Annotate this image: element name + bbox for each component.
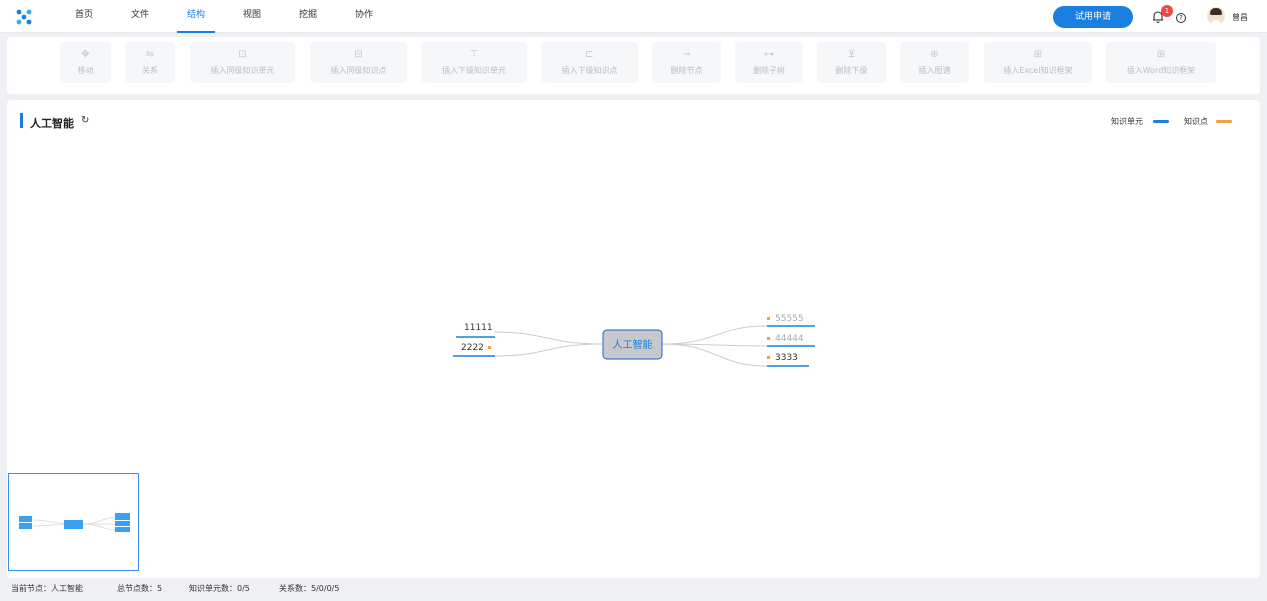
app-logo-icon[interactable]	[16, 9, 32, 25]
tab-collaboration[interactable]: 协作	[336, 0, 392, 33]
tool-label: 插入同级知识单元	[210, 66, 275, 75]
status-total-nodes: 总节点数：5	[117, 583, 162, 594]
status-total-nodes-label: 总节点数：	[117, 584, 157, 593]
status-units-value: 0/5	[237, 584, 250, 593]
help-icon[interactable]: ?	[1176, 13, 1186, 23]
tab-mining[interactable]: 挖掘	[280, 0, 336, 33]
relation-button[interactable]: ⇋ 关系	[125, 42, 175, 83]
connector-left-1	[493, 331, 603, 345]
root-node-label: 人工智能	[613, 338, 653, 351]
tool-label: 插入Word知识框架	[1126, 66, 1196, 75]
insert-graph-button[interactable]: ⊕ 插入图谱	[900, 42, 969, 83]
tool-label: 删除子树	[753, 66, 785, 75]
status-current-node-value: 人工智能	[51, 584, 83, 593]
tab-file[interactable]: 文件	[112, 0, 168, 33]
tool-label: 插入图谱	[918, 66, 951, 75]
move-icon: ✥	[81, 49, 90, 60]
tab-home[interactable]: 首页	[56, 0, 112, 33]
tab-structure[interactable]: 结构	[168, 0, 224, 33]
insert-sibling-point-button[interactable]: ⊟ 插入同级知识点	[310, 42, 407, 83]
delete-children-button[interactable]: ⊻ 删除下级	[817, 42, 886, 83]
tool-label: 插入下级知识点	[561, 66, 618, 75]
connector-right-3	[661, 343, 768, 367]
insert-graph-icon: ⊕	[930, 49, 939, 60]
status-units-label: 知识单元数：	[189, 584, 237, 593]
tool-label: 删除下级	[835, 66, 868, 75]
node-label: 11111	[464, 323, 493, 333]
status-bar: 当前节点：人工智能 总节点数：5 知识单元数：0/5 关系数：5/0/0/5	[0, 579, 1267, 601]
status-current-node-label: 当前节点：	[11, 584, 51, 593]
tool-label: 插入下级知识单元	[442, 66, 506, 75]
tool-label: 删除节点	[670, 66, 703, 75]
tab-view[interactable]: 视图	[224, 0, 280, 33]
node-label: 3333	[775, 353, 798, 363]
node-label: 55555	[775, 314, 804, 324]
tool-label: 插入同级知识点	[330, 66, 387, 75]
insert-child-unit-button[interactable]: ⊤ 插入下级知识单元	[421, 42, 527, 83]
node-label: 2222	[461, 343, 484, 353]
relation-icon: ⇋	[145, 49, 155, 60]
delete-subtree-button[interactable]: ⊶ 删除子树	[735, 42, 803, 83]
insert-child-point-icon: ⊏	[585, 49, 594, 60]
minimap[interactable]	[8, 473, 139, 571]
status-relations-value: 5/0/0/5	[311, 584, 340, 593]
status-total-nodes-value: 5	[157, 584, 163, 593]
username[interactable]: 曾昌	[1232, 12, 1248, 23]
node-left-2[interactable]: 2222	[453, 343, 495, 357]
notification-badge: 1	[1161, 5, 1173, 17]
node-left-1[interactable]: 11111	[456, 323, 495, 338]
insert-child-unit-icon: ⊤	[469, 49, 479, 60]
trial-apply-button[interactable]: 试用申请	[1053, 6, 1133, 28]
node-label: 44444	[775, 334, 804, 344]
status-current-node: 当前节点：人工智能	[11, 583, 83, 594]
main-nav: 首页 文件 结构 视图 挖掘 协作	[56, 0, 392, 33]
minimap-preview	[19, 513, 130, 532]
connector-right-1	[661, 325, 768, 345]
delete-node-button[interactable]: ⊸ 删除节点	[652, 42, 721, 83]
node-right-1[interactable]: 55555	[767, 314, 815, 327]
move-button[interactable]: ✥ 移动	[60, 42, 111, 83]
status-relations-label: 关系数：	[279, 584, 311, 593]
insert-child-point-button[interactable]: ⊏ 插入下级知识点	[541, 42, 638, 83]
tool-label: 关系	[142, 66, 158, 75]
excel-icon: ⊞	[1033, 49, 1043, 60]
status-relations: 关系数：5/0/0/5	[279, 583, 339, 594]
delete-children-icon: ⊻	[847, 49, 856, 60]
insert-excel-framework-button[interactable]: ⊞ 插入Excel知识框架	[984, 42, 1092, 83]
status-units: 知识单元数：0/5	[189, 583, 250, 594]
tool-label: 插入Excel知识框架	[1003, 66, 1073, 75]
insert-word-framework-button[interactable]: ⊞ 插入Word知识框架	[1106, 42, 1216, 83]
top-navbar: 首页 文件 结构 视图 挖掘 协作 试用申请 1 ? 曾昌	[0, 0, 1267, 33]
connector-left-2	[494, 343, 603, 357]
insert-sibling-point-icon: ⊟	[354, 49, 363, 60]
avatar[interactable]	[1207, 7, 1225, 25]
insert-sibling-unit-button[interactable]: ⊡ 插入同级知识单元	[190, 42, 295, 83]
word-icon: ⊞	[1156, 49, 1166, 60]
node-right-3[interactable]: 3333	[767, 353, 809, 367]
root-node[interactable]: 人工智能	[602, 329, 663, 360]
mindmap-panel: 人工智能 ↻ 知识单元 知识点 人工智能 11111 2222 55555 44…	[7, 100, 1260, 578]
mindmap-canvas[interactable]: 人工智能 11111 2222 55555 44444 3333	[7, 100, 1260, 578]
structure-toolbar: ✥ 移动 ⇋ 关系 ⊡ 插入同级知识单元 ⊟ 插入同级知识点 ⊤ 插入下级知识单…	[7, 37, 1260, 94]
delete-node-icon: ⊸	[682, 49, 691, 60]
tool-label: 移动	[77, 66, 94, 75]
delete-subtree-icon: ⊶	[764, 49, 774, 60]
node-right-2[interactable]: 44444	[767, 334, 815, 347]
insert-sibling-unit-icon: ⊡	[238, 49, 247, 60]
